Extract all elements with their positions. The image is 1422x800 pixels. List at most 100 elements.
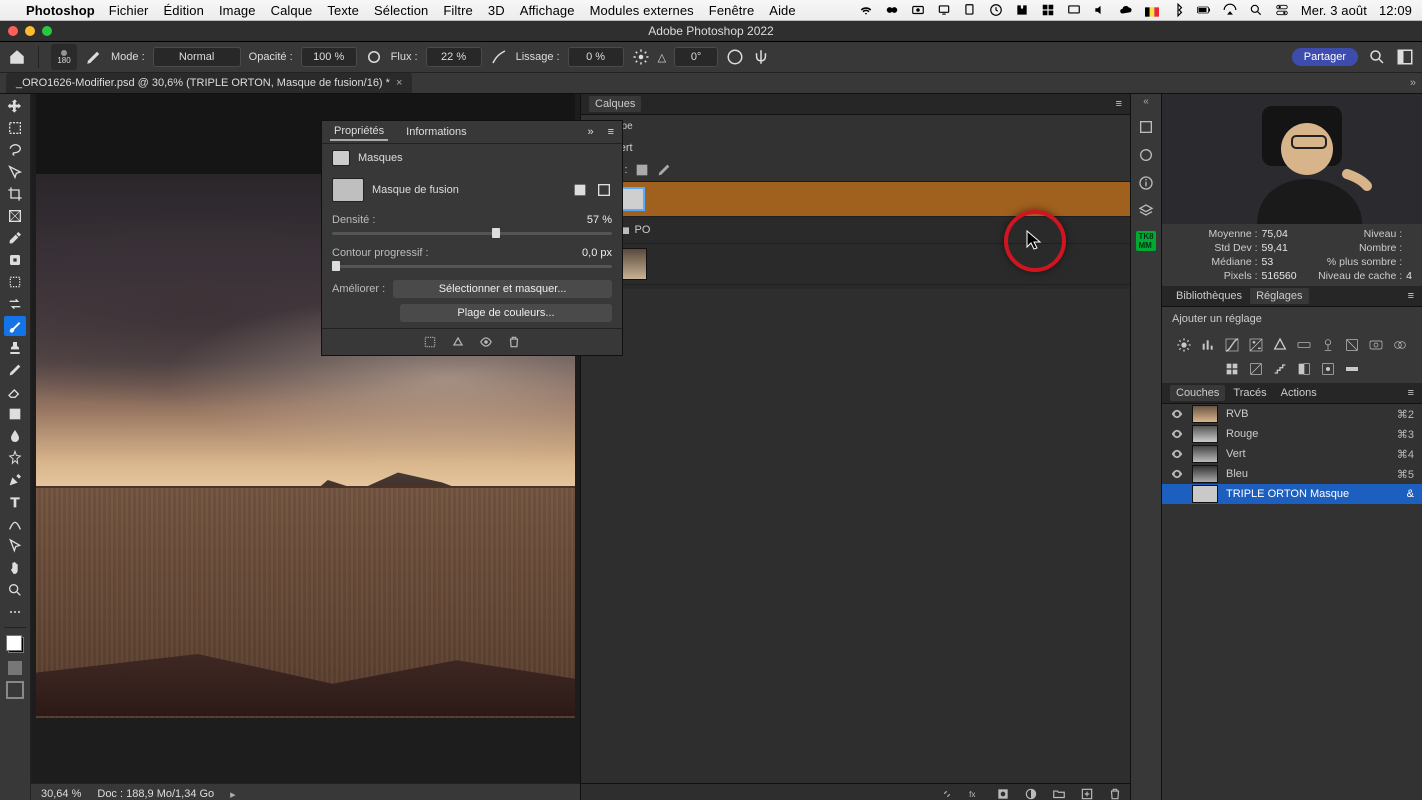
- panel-menu-icon[interactable]: ≡: [608, 126, 614, 138]
- feather-slider[interactable]: [332, 265, 612, 268]
- dock-info-icon[interactable]: [1138, 175, 1154, 191]
- bw-icon[interactable]: [1344, 337, 1360, 353]
- select-and-mask-button[interactable]: Sélectionner et masquer...: [393, 280, 612, 298]
- zoom-tool-icon[interactable]: [4, 580, 26, 600]
- share-button[interactable]: Partager: [1292, 48, 1358, 66]
- vector-mask-icon[interactable]: [596, 182, 612, 198]
- menu-filter[interactable]: Filtre: [443, 3, 473, 18]
- screenmode-icon[interactable]: [6, 681, 24, 699]
- tab-close-icon[interactable]: ×: [396, 77, 402, 89]
- fx-icon[interactable]: fx: [968, 787, 982, 800]
- brightness-icon[interactable]: [1176, 337, 1192, 353]
- menu-window[interactable]: Fenêtre: [709, 3, 755, 18]
- workspace-icon[interactable]: [1396, 48, 1414, 66]
- app-name[interactable]: Photoshop: [26, 3, 95, 18]
- path-tool-icon[interactable]: [4, 514, 26, 534]
- dock-panel-icon[interactable]: [1138, 119, 1154, 135]
- mode-select[interactable]: Normal: [153, 47, 241, 67]
- move-tool-icon[interactable]: [4, 96, 26, 116]
- marquee-tool-icon[interactable]: [4, 118, 26, 138]
- gradient-tool-icon[interactable]: [4, 404, 26, 424]
- blur-tool-icon[interactable]: [4, 426, 26, 446]
- disable-mask-icon[interactable]: [479, 335, 493, 349]
- clock-menubar-icon[interactable]: [989, 3, 1003, 17]
- layer-row-image[interactable]: [581, 244, 1130, 285]
- apply-icon[interactable]: [451, 335, 465, 349]
- hand-tool-icon[interactable]: [4, 558, 26, 578]
- tk-plugin-icon[interactable]: TK8MM: [1136, 231, 1155, 251]
- visibility-icon[interactable]: [1170, 447, 1184, 461]
- cloud-menubar-icon[interactable]: [1119, 3, 1133, 17]
- density-value[interactable]: 57 %: [566, 214, 612, 226]
- airbrush-icon[interactable]: [490, 48, 508, 66]
- dock-layers-icon[interactable]: [1138, 203, 1154, 219]
- panel-menu-icon[interactable]: ≡: [1408, 290, 1414, 302]
- flag-be-icon[interactable]: [1145, 5, 1159, 15]
- brush-tool-icon[interactable]: [4, 316, 26, 336]
- color-range-button[interactable]: Plage de couleurs...: [400, 304, 612, 322]
- quick-select-tool-icon[interactable]: [4, 162, 26, 182]
- menu-type[interactable]: Texte: [327, 3, 359, 18]
- stamp-tool-icon[interactable]: [4, 338, 26, 358]
- visibility-icon[interactable]: [1170, 407, 1184, 421]
- layer-new-icon[interactable]: [1080, 787, 1094, 800]
- bluetooth-menubar-icon[interactable]: [1171, 3, 1185, 17]
- brush-settings-icon[interactable]: [85, 48, 103, 66]
- wifi-menubar-icon[interactable]: [859, 3, 873, 17]
- informations-tab[interactable]: Informations: [402, 124, 471, 140]
- flow-input[interactable]: 22 %: [426, 47, 482, 67]
- gradient-map-icon[interactable]: [1344, 361, 1360, 377]
- adjustment-new-icon[interactable]: [1024, 787, 1038, 800]
- selective-color-icon[interactable]: [1320, 361, 1336, 377]
- crop-tool-icon[interactable]: [4, 184, 26, 204]
- pixel-mask-icon[interactable]: [572, 182, 588, 198]
- doc-info[interactable]: Doc : 188,9 Mo/1,34 Go: [97, 788, 214, 800]
- link-icon[interactable]: [940, 787, 954, 800]
- control-center-menubar-icon[interactable]: [1275, 3, 1289, 17]
- channel-blue[interactable]: Bleu ⌘5: [1162, 464, 1422, 484]
- patch-tool-icon[interactable]: [4, 272, 26, 292]
- zoom-level[interactable]: 30,64 %: [41, 788, 81, 800]
- quickmask-icon[interactable]: [8, 661, 22, 675]
- eraser-tool-icon[interactable]: [4, 382, 26, 402]
- pressure-opacity-icon[interactable]: [365, 48, 383, 66]
- pressure-size-icon[interactable]: [726, 48, 744, 66]
- home-icon[interactable]: [8, 48, 26, 66]
- visibility-icon[interactable]: [1170, 427, 1184, 441]
- display-menubar-icon[interactable]: [937, 3, 951, 17]
- lock-pixels-icon[interactable]: [634, 162, 650, 178]
- menu-image[interactable]: Image: [219, 3, 256, 18]
- doc-info-arrow-icon[interactable]: ▸: [230, 788, 236, 800]
- frame-tool-icon[interactable]: [4, 206, 26, 226]
- type-tool-icon[interactable]: [4, 492, 26, 512]
- smoothing-input[interactable]: 0 %: [568, 47, 624, 67]
- swap-tool-icon[interactable]: [4, 294, 26, 314]
- angle-input[interactable]: 0°: [674, 47, 718, 67]
- menu-file[interactable]: Fichier: [109, 3, 149, 18]
- properties-tab[interactable]: Propriétés: [330, 123, 388, 141]
- visibility-icon[interactable]: [1170, 487, 1184, 501]
- invert-icon[interactable]: [1248, 361, 1264, 377]
- visibility-icon[interactable]: [1170, 467, 1184, 481]
- layer-row-group-1[interactable]: ▸: [581, 182, 1130, 217]
- channel-triple-orton[interactable]: TRIPLE ORTON Masque &: [1162, 484, 1422, 504]
- monitor-menubar-icon[interactable]: [1067, 3, 1081, 17]
- libraries-tab[interactable]: Bibliothèques: [1170, 288, 1248, 304]
- more-tools-icon[interactable]: [4, 602, 26, 622]
- layers-panel-menu-icon[interactable]: ≡: [1116, 98, 1122, 110]
- document-tab[interactable]: _ORO1626-Modifier.psd @ 30,6% (TRIPLE OR…: [6, 73, 412, 93]
- exposure-icon[interactable]: [1248, 337, 1264, 353]
- menu-view[interactable]: Affichage: [520, 3, 575, 18]
- channel-rvb[interactable]: RVB ⌘2: [1162, 404, 1422, 424]
- colorbalance-icon[interactable]: [1320, 337, 1336, 353]
- traces-tab[interactable]: Tracés: [1227, 385, 1272, 401]
- menu-layer[interactable]: Calque: [271, 3, 313, 18]
- search-icon[interactable]: [1368, 48, 1386, 66]
- color-swatch[interactable]: [4, 633, 26, 655]
- airplay-menubar-icon[interactable]: [1223, 3, 1237, 17]
- menu-3d[interactable]: 3D: [488, 3, 505, 18]
- eyedropper-tool-icon[interactable]: [4, 228, 26, 248]
- mac-menubar[interactable]: Photoshop Fichier Édition Image Calque T…: [0, 0, 1422, 21]
- puzzle-menubar-icon[interactable]: [1015, 3, 1029, 17]
- hue-icon[interactable]: [1296, 337, 1312, 353]
